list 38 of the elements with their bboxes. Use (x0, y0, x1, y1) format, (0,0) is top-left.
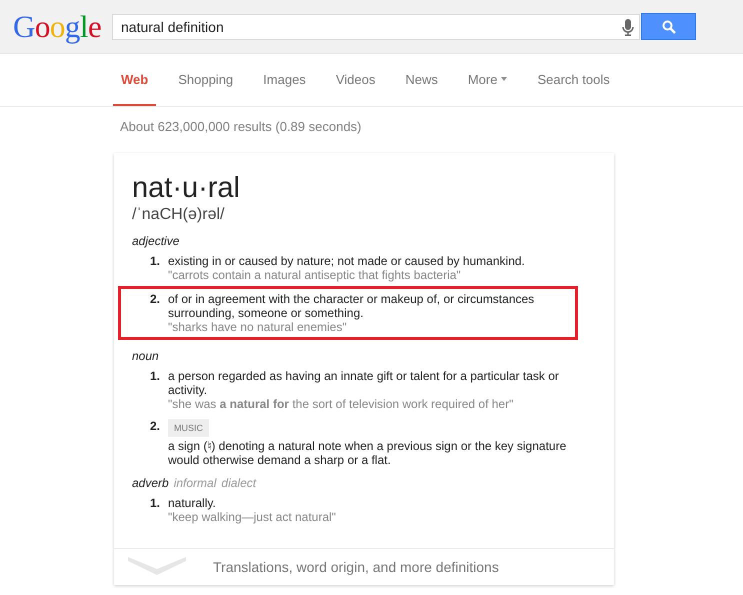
caret-icon (501, 77, 508, 81)
chevron-icon (128, 557, 186, 577)
definition-number: 1. (150, 369, 162, 385)
pronunciation: /ˈnaCH(ə)rəl/ (132, 205, 226, 225)
usage-label: informal (174, 476, 216, 490)
nav-tab[interactable]: Web (113, 54, 156, 106)
definition-number: 1. (150, 496, 162, 512)
example-sentence: "sharks have no natural enemies" (168, 320, 348, 334)
search-field[interactable]: natural definition (112, 14, 640, 40)
nav-tab[interactable]: More (460, 54, 516, 106)
definition-number: 1. (150, 254, 162, 270)
nav-tab[interactable]: Images (255, 54, 314, 106)
microphone-icon[interactable] (622, 18, 634, 36)
nav-tab[interactable]: News (397, 54, 446, 106)
nav-tab[interactable]: Videos (328, 54, 384, 106)
result-stats: About 623,000,000 results (0.89 seconds) (120, 119, 362, 134)
subject-tag: MUSIC (168, 419, 209, 437)
definition-text: of or in agreement with the character or makeup of, or circumstances surrounding, someone or something. (168, 292, 536, 320)
part-of-speech: adjective (132, 234, 180, 248)
nav-tab[interactable]: Search tools (529, 54, 618, 106)
search-icon (662, 20, 676, 34)
definition-number: 2. (150, 292, 162, 308)
more-definitions-link[interactable]: Translations, word origin, and more definitions (114, 548, 614, 585)
part-of-speech: noun (132, 349, 159, 363)
example-sentence: "keep walking—just act natural" (168, 510, 337, 524)
definition-number: 2. (150, 419, 162, 435)
part-of-speech: adverb (132, 476, 169, 490)
search-button[interactable] (641, 13, 696, 40)
nav-tab[interactable]: Shopping (170, 54, 242, 106)
definition-text: existing in or caused by nature; not made or caused by humankind. (168, 254, 526, 268)
example-sentence: "she was a natural for the sort of television work required of her" (168, 397, 514, 411)
definition-text: a sign (♮) denoting a natural note when a previous sign or the key signature would otherwise demand a sharp or a flat. (168, 439, 568, 467)
usage-label: dialect (221, 476, 256, 490)
headword: nat·u·ral (132, 171, 241, 205)
definition-text: a person regarded as having an innate gift or talent for a particular task or activity. (168, 369, 560, 397)
definition-text: naturally. (168, 496, 217, 510)
example-sentence: "carrots contain a natural antiseptic that fights bacteria" (168, 268, 462, 282)
google-logo[interactable]: Google (13, 8, 99, 44)
